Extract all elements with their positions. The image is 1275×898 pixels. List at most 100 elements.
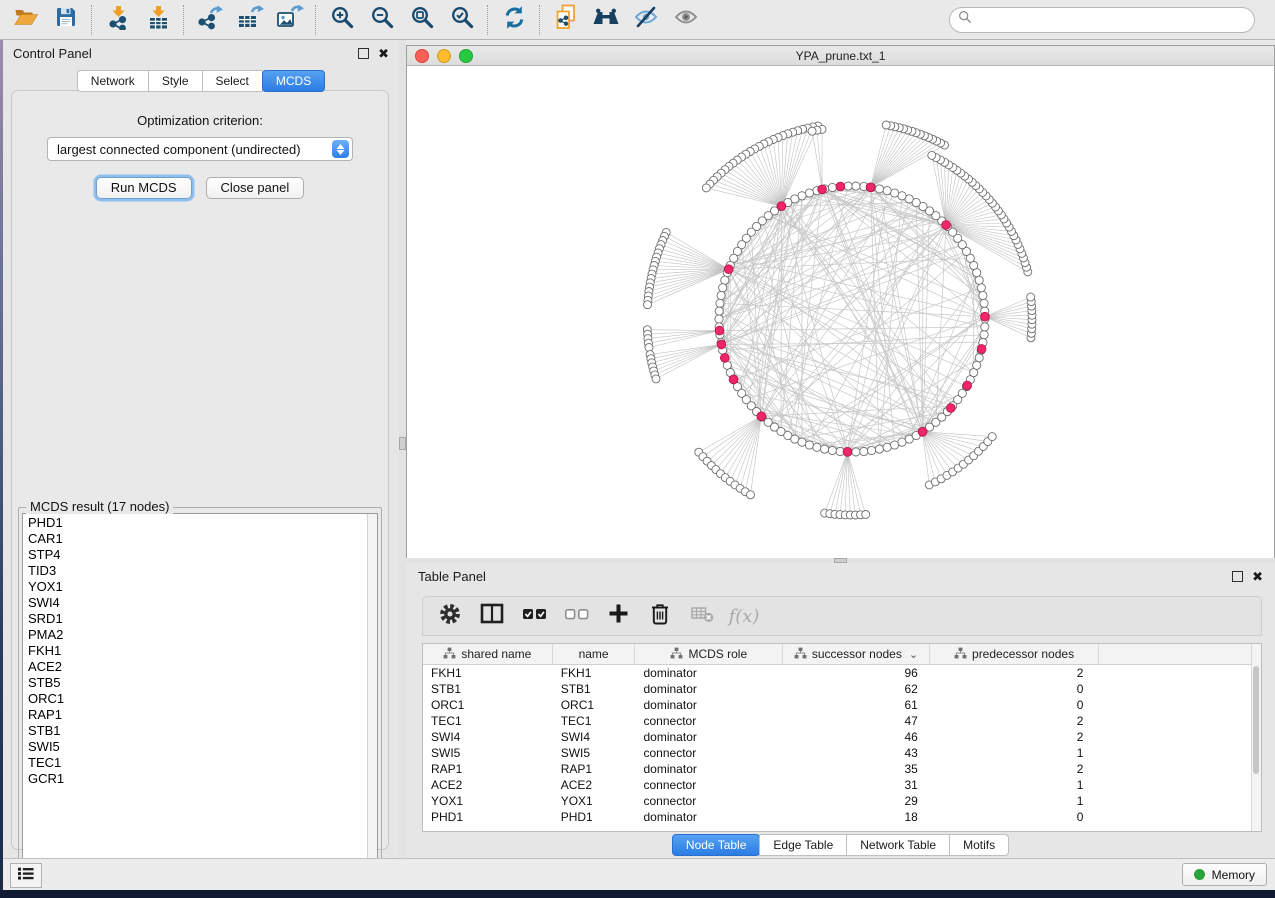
search-input[interactable] bbox=[977, 12, 1246, 28]
delete-entry-button[interactable] bbox=[641, 600, 679, 632]
desktop-edge bbox=[0, 40, 3, 890]
zoom-in-button[interactable] bbox=[322, 3, 362, 37]
table-row[interactable]: TEC1TEC1connector472 bbox=[423, 713, 1251, 729]
table-row[interactable]: SWI5SWI5connector431 bbox=[423, 745, 1251, 761]
refresh-view-button[interactable] bbox=[494, 3, 534, 37]
tab-motifs[interactable]: Motifs bbox=[949, 834, 1009, 856]
vertical-splitter[interactable] bbox=[399, 40, 406, 858]
cell-shared-name: STB1 bbox=[423, 681, 553, 697]
add-entry-button[interactable] bbox=[599, 600, 637, 632]
save-session-button[interactable] bbox=[46, 3, 86, 37]
cell-name: YOX1 bbox=[553, 793, 636, 809]
clone-network-button[interactable] bbox=[546, 3, 586, 37]
cell-filler bbox=[1099, 761, 1251, 777]
cell-name: RAP1 bbox=[553, 761, 636, 777]
close-panel-icon[interactable]: ✖ bbox=[378, 49, 389, 58]
table-row[interactable]: RAP1RAP1dominator352 bbox=[423, 761, 1251, 777]
search-box[interactable] bbox=[949, 7, 1255, 33]
mcds-result-list[interactable]: PHD1CAR1STP4TID3YOX1SWI4SRD1PMA2FKH1ACE2… bbox=[22, 513, 378, 875]
table-row[interactable]: SWI4SWI4dominator462 bbox=[423, 729, 1251, 745]
tab-edge-table[interactable]: Edge Table bbox=[759, 834, 847, 856]
mcds-result-item[interactable]: STB5 bbox=[28, 675, 367, 691]
hide-selected-button[interactable] bbox=[626, 3, 666, 37]
deselect-all-button[interactable] bbox=[557, 600, 595, 632]
open-file-icon bbox=[13, 5, 40, 34]
table-row[interactable]: ACE2ACE2connector311 bbox=[423, 777, 1251, 793]
cell-successor-nodes: 43 bbox=[783, 745, 930, 761]
column-header-predecessor-nodes[interactable]: predecessor nodes bbox=[930, 644, 1100, 664]
column-header-MCDS-role[interactable]: MCDS role bbox=[635, 644, 783, 664]
toolbar-icon-groups bbox=[6, 3, 706, 37]
zoom-out-button[interactable] bbox=[362, 3, 402, 37]
tab-mcds[interactable]: MCDS bbox=[262, 70, 325, 92]
mcds-result-item[interactable]: RAP1 bbox=[28, 707, 367, 723]
mcds-result-item[interactable]: GCR1 bbox=[28, 771, 367, 787]
mcds-result-item[interactable]: FKH1 bbox=[28, 643, 367, 659]
zoom-in-icon bbox=[330, 5, 355, 35]
export-table-button[interactable] bbox=[230, 3, 270, 37]
zoom-selected-button[interactable] bbox=[442, 3, 482, 37]
optimization-criterion-select[interactable]: largest connected component (undirected) bbox=[47, 137, 353, 161]
mcds-result-item[interactable]: STP4 bbox=[28, 547, 367, 563]
float-table-panel-icon[interactable] bbox=[1232, 571, 1243, 582]
tab-style[interactable]: Style bbox=[148, 70, 203, 92]
open-file-button[interactable] bbox=[6, 3, 46, 37]
tab-select[interactable]: Select bbox=[202, 70, 263, 92]
close-table-panel-icon[interactable]: ✖ bbox=[1252, 572, 1263, 581]
import-table-icon bbox=[146, 5, 171, 35]
mcds-result-item[interactable]: YOX1 bbox=[28, 579, 367, 595]
select-all-button[interactable] bbox=[515, 600, 553, 632]
tab-node-table[interactable]: Node Table bbox=[672, 834, 761, 856]
mcds-result-item[interactable]: SRD1 bbox=[28, 611, 367, 627]
network-window-titlebar[interactable]: YPA_prune.txt_1 bbox=[407, 46, 1274, 66]
mcds-result-item[interactable]: TEC1 bbox=[28, 755, 367, 771]
tab-network-table[interactable]: Network Table bbox=[846, 834, 950, 856]
table-row[interactable]: STB1STB1dominator620 bbox=[423, 681, 1251, 697]
mcds-result-item[interactable]: STB1 bbox=[28, 723, 367, 739]
float-panel-icon[interactable] bbox=[358, 48, 369, 59]
mcds-result-item[interactable]: SWI4 bbox=[28, 595, 367, 611]
node-table-header-row: shared namenameMCDS rolesuccessor nodes⌄… bbox=[423, 644, 1251, 665]
mcds-result-item[interactable]: PHD1 bbox=[28, 515, 367, 531]
column-header-successor-nodes[interactable]: successor nodes⌄ bbox=[783, 644, 930, 664]
first-neighbors-button[interactable] bbox=[586, 3, 626, 37]
column-header-name[interactable]: name bbox=[553, 644, 636, 664]
table-scrollbar[interactable] bbox=[1251, 644, 1261, 831]
cell-predecessor-nodes: 1 bbox=[930, 745, 1100, 761]
show-all-button[interactable] bbox=[666, 3, 706, 37]
table-scrollbar-thumb[interactable] bbox=[1253, 666, 1259, 774]
mcds-result-item[interactable]: PMA2 bbox=[28, 627, 367, 643]
status-list-button[interactable] bbox=[10, 863, 42, 888]
table-row[interactable]: PHD1PHD1dominator180 bbox=[423, 809, 1251, 825]
node-table[interactable]: shared namenameMCDS rolesuccessor nodes⌄… bbox=[422, 643, 1262, 832]
export-network-button[interactable] bbox=[190, 3, 230, 37]
zoom-fit-button[interactable] bbox=[402, 3, 442, 37]
split-panel-button[interactable] bbox=[473, 600, 511, 632]
memory-button[interactable]: Memory bbox=[1182, 863, 1267, 886]
tab-network[interactable]: Network bbox=[77, 70, 149, 92]
cell-name: SWI5 bbox=[553, 745, 636, 761]
table-row[interactable]: YOX1YOX1connector291 bbox=[423, 793, 1251, 809]
refresh-view-icon bbox=[502, 5, 527, 35]
import-table-button[interactable] bbox=[138, 3, 178, 37]
close-panel-button[interactable]: Close panel bbox=[206, 177, 305, 199]
table-row[interactable]: FKH1FKH1dominator962 bbox=[423, 665, 1251, 681]
mcds-result-item[interactable]: TID3 bbox=[28, 563, 367, 579]
cell-filler bbox=[1099, 809, 1251, 825]
column-header-shared-name[interactable]: shared name bbox=[423, 644, 553, 664]
export-image-button[interactable] bbox=[270, 3, 310, 37]
table-settings-gear-button[interactable] bbox=[431, 600, 469, 632]
vertical-splitter-handle[interactable] bbox=[399, 437, 406, 450]
cell-MCDS-role: dominator bbox=[636, 681, 784, 697]
network-canvas[interactable] bbox=[407, 66, 1274, 558]
mcds-result-item[interactable]: ACE2 bbox=[28, 659, 367, 675]
cell-MCDS-role: dominator bbox=[636, 761, 784, 777]
cell-filler bbox=[1099, 665, 1251, 681]
table-row[interactable]: ORC1ORC1dominator610 bbox=[423, 697, 1251, 713]
mcds-result-item[interactable]: SWI5 bbox=[28, 739, 367, 755]
mcds-result-item[interactable]: CAR1 bbox=[28, 531, 367, 547]
import-network-button[interactable] bbox=[98, 3, 138, 37]
mcds-result-scrollbar[interactable] bbox=[367, 514, 377, 874]
run-mcds-button[interactable]: Run MCDS bbox=[96, 177, 192, 199]
mcds-result-item[interactable]: ORC1 bbox=[28, 691, 367, 707]
